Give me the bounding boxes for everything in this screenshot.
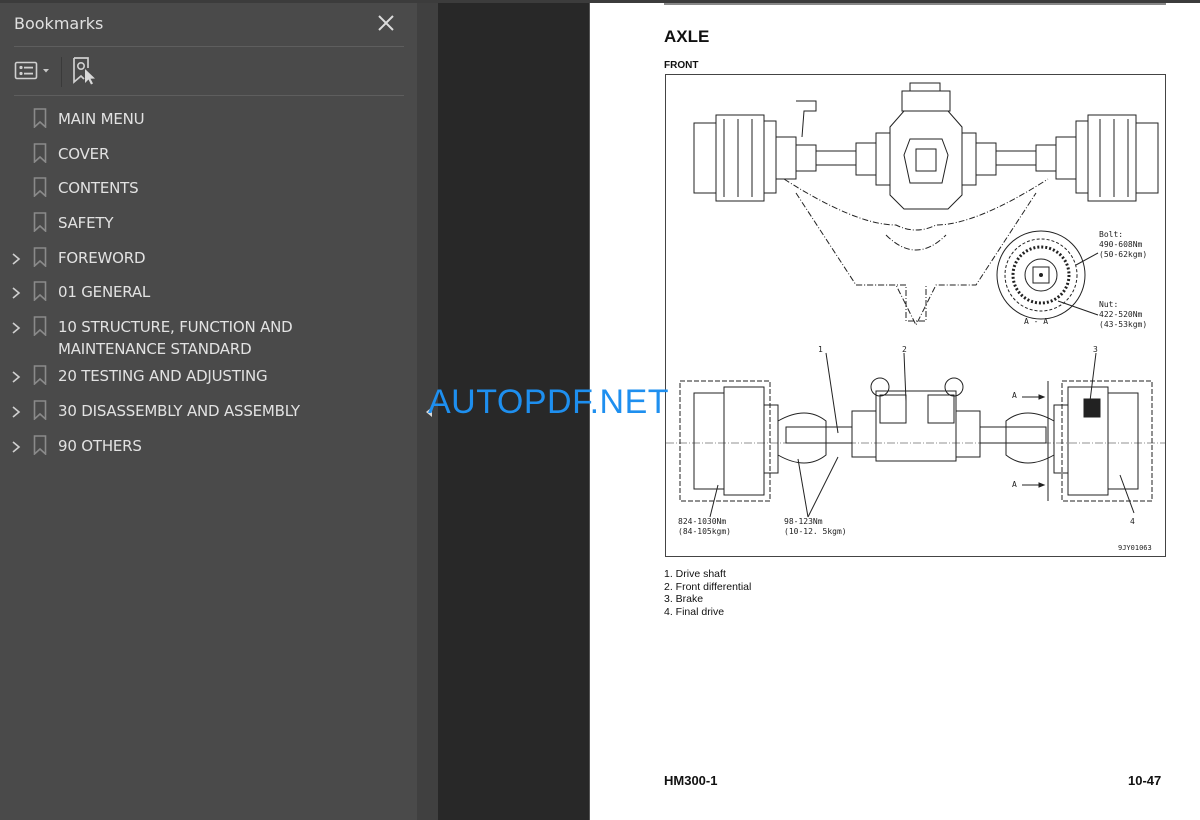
nut-label: Nut: (1099, 300, 1119, 309)
bookmark-item[interactable]: 30 DISASSEMBLY AND ASSEMBLY (0, 395, 417, 430)
bookmark-icon (33, 365, 47, 386)
watermark-text: AUTOPDF.NET (428, 383, 670, 421)
leader-lines (709, 352, 1135, 518)
chevron-right-icon[interactable] (10, 369, 22, 383)
callout-4: 4 (1130, 517, 1135, 526)
section-marker-top: A (1012, 391, 1017, 400)
bookmark-label: COVER (58, 144, 110, 163)
bookmark-label: 90 OTHERS (58, 436, 142, 455)
chevron-right-icon[interactable] (10, 404, 22, 418)
page-subtitle: FRONT (664, 60, 699, 71)
bookmark-label: 10 STRUCTURE, FUNCTION AND MAINTENANCE S… (58, 318, 293, 359)
nut-torque: 422-520Nm (1099, 310, 1143, 319)
bolt-torque-kgm: (50-62kgm) (1099, 250, 1148, 259)
bookmark-item[interactable]: MAIN MENU (0, 103, 417, 138)
chevron-right-icon[interactable] (10, 439, 22, 453)
torque-mid: 98-123Nm (784, 517, 823, 526)
bookmark-item[interactable]: 20 TESTING AND ADJUSTING (0, 360, 417, 395)
nut-torque-kgm: (43-53kgm) (1099, 320, 1148, 329)
bookmark-icon (33, 281, 47, 303)
bookmark-label: 30 DISASSEMBLY AND ASSEMBLY (58, 401, 300, 420)
bookmark-item[interactable]: SAFETY (0, 207, 417, 242)
divider (14, 46, 404, 47)
panel-title: Bookmarks (14, 14, 104, 33)
chevron-right-icon[interactable] (10, 320, 22, 334)
document-page: AXLE FRONT Bolt: 490-608Nm (50-62kgm) Nu… (589, 3, 1200, 820)
section-marker-bottom: A (1012, 480, 1017, 489)
frame-outline (783, 178, 1049, 327)
divider (14, 95, 404, 96)
bookmark-icon (33, 142, 47, 164)
callout-3: 3 (1093, 345, 1098, 354)
bookmarks-panel: Bookmarks MAIN MENU COVER CONTENTS SAFET… (0, 3, 417, 820)
bolt-label: Bolt: (1099, 230, 1124, 239)
legend-item: 3. Brake (664, 593, 704, 605)
top-view-axle (693, 82, 1159, 210)
torque-left: 824-1030Nm (678, 517, 727, 526)
bookmark-label: 20 TESTING AND ADJUSTING (58, 367, 268, 386)
torque-mid-kgm: (10-12. 5kgm) (784, 527, 847, 536)
close-panel-button[interactable] (374, 11, 398, 35)
axle-drawing (666, 82, 1165, 518)
bookmark-item[interactable]: 01 GENERAL (0, 276, 417, 311)
chevron-right-icon[interactable] (10, 251, 22, 265)
bookmark-icon (33, 434, 47, 456)
page-header-rule (664, 3, 1166, 5)
bookmark-label: CONTENTS (58, 179, 139, 198)
bolt-torque: 490-608Nm (1099, 240, 1143, 249)
bookmark-label: MAIN MENU (58, 110, 145, 128)
find-current-bookmark-icon (73, 57, 95, 85)
find-current-bookmark-button[interactable] (72, 56, 98, 86)
section-a-a-drawing (996, 230, 1099, 320)
axle-diagram: Bolt: 490-608Nm (50-62kgm) Nut: 422-520N… (665, 74, 1166, 557)
bookmark-item[interactable]: FOREWORD (0, 242, 417, 277)
figure-id: 9JY01063 (1118, 544, 1152, 552)
bookmark-icon (33, 177, 47, 199)
bookmark-icon (33, 316, 47, 337)
page-title: AXLE (664, 27, 710, 46)
bookmarks-toolbar (0, 51, 417, 95)
bookmark-icon (33, 108, 47, 129)
bookmark-item[interactable]: 10 STRUCTURE, FUNCTION AND MAINTENANCE S… (0, 311, 417, 360)
section-label: A - A (1024, 317, 1049, 326)
bookmark-label: 01 GENERAL (58, 283, 151, 302)
footer-model: HM300-1 (664, 773, 718, 788)
bookmark-item[interactable]: 90 OTHERS (0, 430, 417, 465)
close-icon (378, 15, 394, 31)
bookmark-list: MAIN MENU COVER CONTENTS SAFETY FOREWORD 01 G… (0, 103, 417, 464)
bookmark-label: SAFETY (58, 214, 114, 233)
toolbar-separator (61, 57, 62, 87)
bookmark-item[interactable]: CONTENTS (0, 172, 417, 207)
parts-legend: 1. Drive shaft 2. Front differential 3. … (664, 568, 751, 618)
torque-left-kgm: (84-105kgm) (678, 527, 731, 536)
bookmark-label: FOREWORD (58, 248, 146, 267)
legend-item: 1. Drive shaft (664, 568, 726, 580)
bookmark-icon (33, 400, 47, 421)
bookmark-item[interactable]: COVER (0, 138, 417, 173)
legend-item: 2. Front differential (664, 580, 752, 593)
bookmark-icon (33, 246, 47, 268)
chevron-down-icon (43, 69, 49, 73)
callout-1: 1 (818, 345, 823, 354)
bookmark-icon (33, 212, 47, 233)
footer-page-number: 10-47 (1128, 773, 1162, 788)
chevron-right-icon[interactable] (10, 285, 22, 300)
list-options-icon (14, 61, 49, 80)
legend-item: 4. Final drive (664, 605, 725, 618)
callout-2: 2 (902, 345, 907, 354)
bookmark-options-button[interactable] (14, 58, 54, 84)
